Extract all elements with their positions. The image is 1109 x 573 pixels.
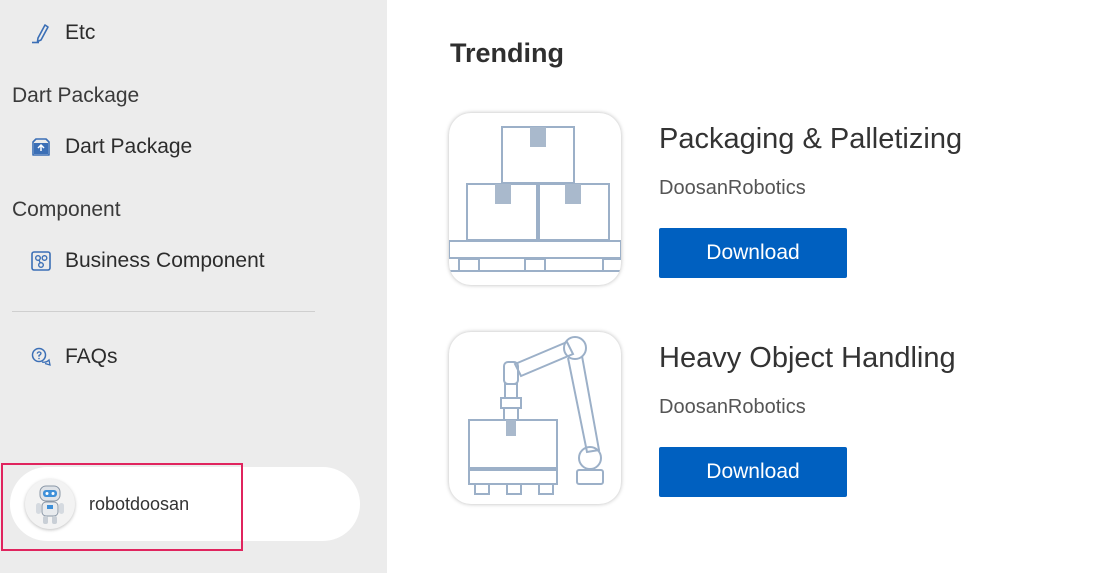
- app-title[interactable]: Heavy Object Handling: [659, 342, 956, 375]
- robot-arm-lifting-box-icon: [468, 336, 604, 495]
- app-thumbnail[interactable]: [449, 332, 621, 504]
- faq-icon: [30, 346, 52, 368]
- app-thumbnail[interactable]: [449, 113, 621, 285]
- sidebar-item-label: Dart Package: [65, 135, 193, 158]
- robot-avatar-icon: [36, 485, 64, 524]
- avatar: [25, 479, 75, 529]
- sidebar-item-dart-package[interactable]: Dart Package: [30, 133, 192, 161]
- pen-icon: [30, 22, 52, 44]
- section-title-component: Component: [12, 198, 121, 221]
- sidebar-item-business-component[interactable]: Business Component: [30, 247, 265, 275]
- app-card: Heavy Object Handling DoosanRobotics Dow…: [449, 332, 1049, 508]
- package-icon: [30, 136, 52, 158]
- boxes-on-pallet-icon: [449, 126, 621, 272]
- component-icon: [30, 250, 52, 272]
- sidebar-item-faqs[interactable]: FAQs: [30, 343, 118, 371]
- main-content: Trending Packaging & Palletizing DoosanR…: [387, 0, 1109, 573]
- sidebar-item-label: Etc: [65, 21, 96, 44]
- app-title[interactable]: Packaging & Palletizing: [659, 123, 962, 156]
- section-heading: Trending: [450, 38, 564, 68]
- user-profile-button[interactable]: robotdoosan: [10, 467, 360, 541]
- download-button[interactable]: Download: [659, 228, 847, 278]
- sidebar-item-label: FAQs: [65, 345, 118, 368]
- app-author: DoosanRobotics: [659, 396, 806, 418]
- section-title-dart-package: Dart Package: [12, 84, 140, 107]
- download-button[interactable]: Download: [659, 447, 847, 497]
- sidebar-divider: [12, 311, 315, 312]
- username: robotdoosan: [89, 493, 190, 514]
- sidebar-item-label: Business Component: [65, 249, 265, 272]
- app-card: Packaging & Palletizing DoosanRobotics D…: [449, 113, 1049, 289]
- sidebar: Etc Dart Package Dart Package Component …: [0, 0, 387, 573]
- app-author: DoosanRobotics: [659, 177, 806, 199]
- sidebar-item-etc[interactable]: Etc: [30, 19, 95, 47]
